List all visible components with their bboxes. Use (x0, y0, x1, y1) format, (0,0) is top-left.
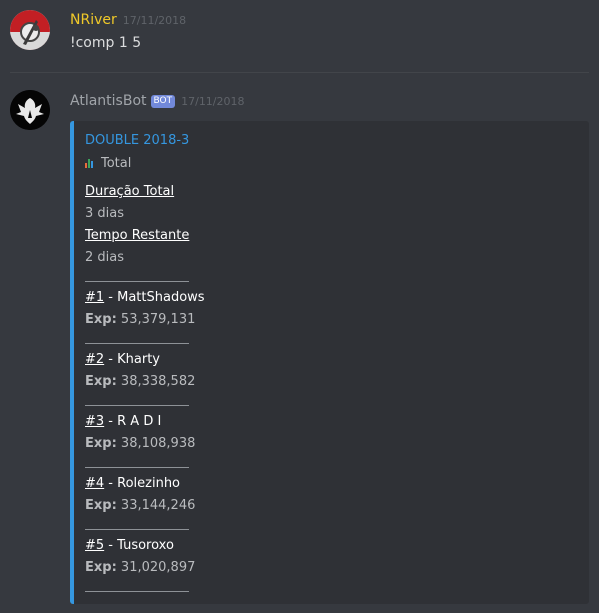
subtitle-text: Total (101, 156, 132, 171)
message-nriver: NRiver 17/11/2018 !comp 1 5 (0, 0, 599, 70)
rank-3-num: #3 (85, 414, 105, 429)
field-tempo-name: Tempo Restante (85, 228, 190, 243)
rank-3: #3 - R A D I (85, 414, 161, 429)
rank-5-name: - Tusoroxo (104, 538, 174, 553)
exp-value: 31,020,897 (120, 560, 196, 575)
exp-value: 38,108,938 (120, 436, 196, 451)
exp-label: Exp: (85, 436, 117, 451)
dragon-icon (10, 90, 50, 130)
user-avatar-icon (10, 10, 50, 50)
timestamp: 17/11/2018 (122, 14, 187, 27)
rank-1-name: - MattShadows (104, 290, 205, 305)
author-line: NRiver 17/11/2018 (70, 12, 186, 28)
exp-value: 38,338,582 (120, 374, 196, 389)
exp-value: 53,379,131 (120, 312, 196, 327)
exp-label: Exp: (85, 312, 117, 327)
author-line-bot: AtlantisBot BOT 17/11/2018 (70, 93, 245, 109)
bot-tag: BOT (150, 95, 176, 108)
exp-label: Exp: (85, 498, 117, 513)
separator (85, 467, 189, 468)
rank-4: #4 - Rolezinho (85, 476, 180, 491)
rank-2-exp: Exp: 38,338,582 (85, 374, 195, 389)
author-name[interactable]: NRiver (70, 12, 117, 28)
avatar-atlantisbot[interactable] (10, 90, 50, 130)
embed-title[interactable]: DOUBLE 2018-3 (85, 133, 189, 148)
separator (85, 281, 189, 282)
exp-value: 33,144,246 (120, 498, 196, 513)
rank-1-num: #1 (85, 290, 105, 305)
exp-label: Exp: (85, 374, 117, 389)
rank-3-exp: Exp: 38,108,938 (85, 436, 195, 451)
bar-chart-icon (85, 158, 93, 168)
avatar-nriver[interactable] (10, 10, 50, 50)
rank-5-num: #5 (85, 538, 105, 553)
embed-subtitle: Total (85, 156, 131, 171)
rank-5-exp: Exp: 31,020,897 (85, 560, 195, 575)
rank-2-name: - Kharty (104, 352, 160, 367)
separator (85, 591, 189, 592)
embed: DOUBLE 2018-3 Total Duração Total 3 dias… (70, 121, 589, 604)
rank-1: #1 - MattShadows (85, 290, 205, 305)
field-tempo-value: 2 dias (85, 250, 125, 265)
rank-4-num: #4 (85, 476, 105, 491)
rank-3-name: - R A D I (104, 414, 162, 429)
rank-5: #5 - Tusoroxo (85, 538, 174, 553)
rank-4-name: - Rolezinho (104, 476, 181, 491)
message-text: !comp 1 5 (70, 35, 142, 51)
separator (85, 529, 189, 530)
message-divider (10, 72, 589, 73)
timestamp-bot: 17/11/2018 (181, 95, 245, 108)
rank-2: #2 - Kharty (85, 352, 160, 367)
field-duracao-value: 3 dias (85, 206, 125, 221)
exp-label: Exp: (85, 560, 117, 575)
rank-2-num: #2 (85, 352, 105, 367)
separator (85, 405, 189, 406)
rank-4-exp: Exp: 33,144,246 (85, 498, 195, 513)
separator (85, 343, 189, 344)
rank-1-exp: Exp: 53,379,131 (85, 312, 195, 327)
field-duracao-name: Duração Total (85, 184, 175, 199)
author-name-bot[interactable]: AtlantisBot (70, 93, 147, 109)
